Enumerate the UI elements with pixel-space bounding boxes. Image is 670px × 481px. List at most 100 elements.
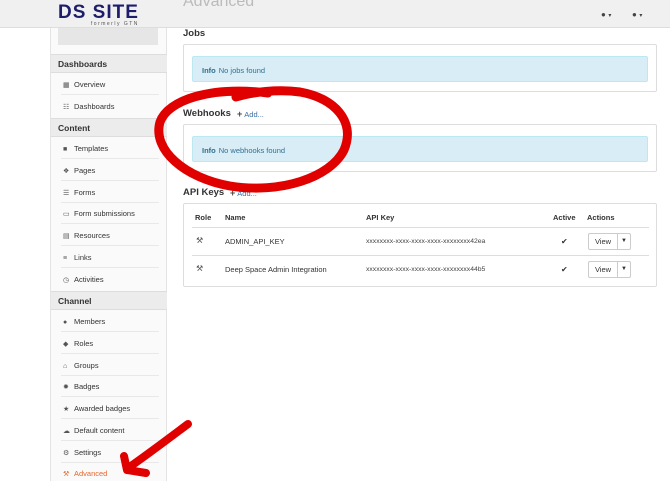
sidebar-item-default-content[interactable]: ☁ Default content [51, 419, 167, 441]
active-check-icon: ✔ [561, 237, 568, 246]
chevron-down-icon: ▾ [639, 13, 643, 19]
user-icon: ● [63, 319, 68, 326]
column-header-name: Name [225, 213, 246, 222]
sidebar-item-label: Members [74, 317, 106, 326]
info-label: Info [202, 146, 216, 155]
sidebar-item-members[interactable]: ● Members [51, 310, 167, 332]
user-icon: ● [632, 10, 637, 19]
sidebar-item-label: Links [74, 253, 92, 262]
wrench-icon: ⚒ [196, 264, 204, 273]
sidebar-item-label: Advanced [74, 469, 108, 478]
sidebar-item-activities[interactable]: ◷ Activities [51, 268, 167, 290]
column-header-actions: Actions [587, 213, 615, 222]
home-icon: ⌂ [63, 363, 68, 370]
add-webhook-label: Add... [244, 110, 264, 119]
cloud-icon: ☁ [63, 428, 70, 435]
dashboard-icon: ☷ [63, 104, 70, 111]
user-menu[interactable]: ● ▾ [632, 9, 642, 19]
add-webhook-link[interactable]: + Add... [237, 109, 264, 119]
plus-icon: + [237, 109, 243, 119]
sidebar-item-awarded-badges[interactable]: ★ Awarded badges [51, 397, 167, 419]
sidebar-channel-selector[interactable] [58, 28, 158, 45]
add-api-key-link[interactable]: + Add... [230, 188, 257, 198]
webhooks-heading: Webhooks [183, 108, 231, 119]
sidebar-item-dashboards[interactable]: ☷ Dashboards [51, 95, 167, 117]
chevron-down-icon: ▼ [621, 266, 627, 272]
active-check-icon: ✔ [561, 265, 568, 274]
api-key-value: xxxxxxxx-xxxx-xxxx-xxxx-xxxxxxxx44b5 [366, 266, 486, 273]
left-gutter [0, 28, 50, 481]
tag-icon: ◆ [63, 341, 69, 348]
sidebar-item-label: Settings [74, 448, 102, 457]
actions-dropdown-button[interactable]: ▼ [618, 233, 631, 250]
chevron-down-icon: ▾ [608, 13, 612, 19]
sidebar-item-badges[interactable]: ✹ Badges [51, 375, 167, 397]
sidebar-item-label: Awarded badges [74, 404, 131, 413]
sidebar-item-label: Forms [74, 188, 96, 197]
sidebar-item-label: Badges [74, 382, 100, 391]
column-header-active: Active [553, 213, 576, 222]
sidebar-item-label: Groups [74, 361, 99, 370]
sidebar-item-roles[interactable]: ◆ Roles [51, 332, 167, 354]
column-header-api-key: API Key [366, 213, 395, 222]
jobs-heading: Jobs [183, 28, 206, 39]
sidebar-section-content: Content [51, 118, 167, 137]
sidebar-item-forms[interactable]: ☰ Forms [51, 181, 167, 203]
help-icon: ● [601, 10, 606, 19]
sidebar-item-label: Default content [74, 426, 125, 435]
table-divider [192, 255, 649, 256]
wrench-icon: ⚒ [63, 471, 70, 478]
view-button[interactable]: View [588, 261, 618, 278]
sidebar-item-label: Roles [74, 339, 94, 348]
sidebar-item-label: Overview [74, 80, 106, 89]
column-header-role: Role [195, 213, 212, 222]
info-text: No webhooks found [218, 146, 286, 155]
sidebar-item-label: Pages [74, 166, 96, 175]
sidebar-item-label: Templates [74, 144, 109, 153]
badge-icon: ✹ [63, 384, 69, 391]
webhooks-info-alert: Info No webhooks found [192, 136, 648, 162]
sidebar-item-label: Resources [74, 231, 110, 240]
logo-text: DS SITE [58, 2, 139, 23]
sidebar-item-label: Activities [74, 275, 104, 284]
pages-icon: ❖ [63, 168, 70, 175]
api-key-name: Deep Space Admin Integration [225, 265, 327, 274]
inbox-icon: ▭ [63, 211, 70, 218]
sidebar-item-advanced[interactable]: ⚒ Advanced [51, 462, 167, 481]
sidebar-item-form-submissions[interactable]: ▭ Form submissions [51, 202, 167, 224]
grid-icon: ▦ [63, 82, 70, 89]
view-button[interactable]: View [588, 233, 618, 250]
sidebar-item-templates[interactable]: ■ Templates [51, 137, 167, 159]
sidebar-item-pages[interactable]: ❖ Pages [51, 159, 167, 181]
info-text: No jobs found [218, 66, 266, 75]
webhooks-panel: Info No webhooks found [183, 124, 657, 172]
wrench-icon: ⚒ [196, 236, 204, 245]
api-keys-heading: API Keys [183, 187, 225, 198]
actions-dropdown-button[interactable]: ▼ [618, 261, 631, 278]
gear-icon: ⚙ [63, 450, 70, 457]
page-title: Advanced [183, 0, 255, 10]
sidebar-item-overview[interactable]: ▦ Overview [51, 73, 167, 95]
site-logo[interactable]: DS SITE formerly GTN [58, 3, 139, 27]
file-icon: ■ [63, 146, 68, 153]
sidebar-item-groups[interactable]: ⌂ Groups [51, 354, 167, 376]
sidebar-item-label: Dashboards [74, 102, 115, 111]
info-label: Info [202, 66, 216, 75]
sidebar-item-settings[interactable]: ⚙ Settings [51, 441, 167, 463]
activities-icon: ◷ [63, 277, 70, 284]
help-menu[interactable]: ● ▾ [601, 9, 611, 19]
jobs-panel: Info No jobs found [183, 44, 657, 92]
top-bar: DS SITE formerly GTN Advanced ● ▾ ● ▾ [0, 0, 670, 28]
sidebar-item-resources[interactable]: ▤ Resources [51, 224, 167, 246]
links-icon: ≡ [63, 255, 68, 262]
form-icon: ☰ [63, 190, 70, 197]
sidebar-section-channel: Channel [51, 291, 167, 310]
api-key-value: xxxxxxxx-xxxx-xxxx-xxxx-xxxxxxxx42ea [366, 238, 486, 245]
sidebar-item-links[interactable]: ≡ Links [51, 246, 167, 268]
plus-icon: + [230, 188, 236, 198]
sidebar-item-label: Form submissions [74, 209, 135, 218]
add-api-key-label: Add... [237, 189, 257, 198]
resources-icon: ▤ [63, 233, 70, 240]
chevron-down-icon: ▼ [621, 238, 627, 244]
sidebar-section-dashboards: Dashboards [51, 54, 167, 73]
